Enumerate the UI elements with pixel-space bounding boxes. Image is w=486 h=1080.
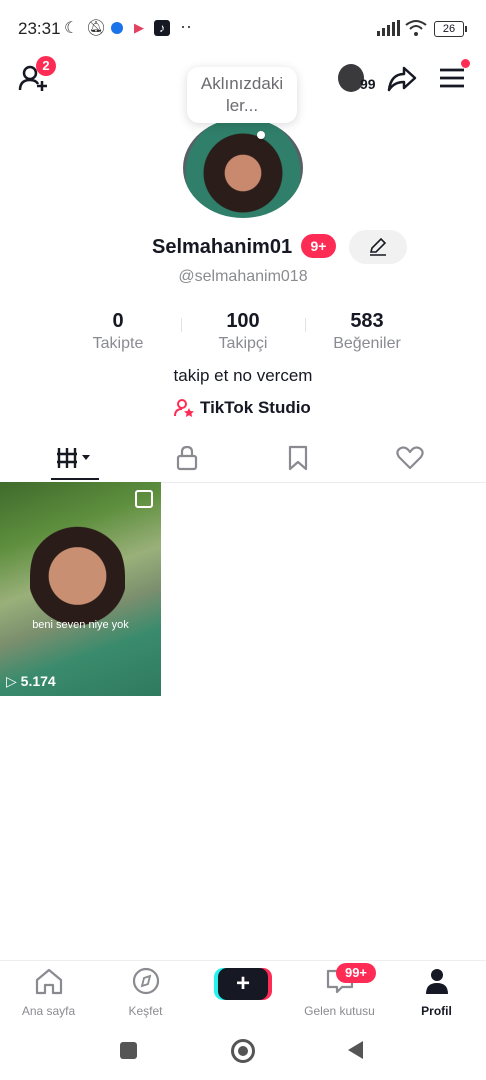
compass-icon (132, 967, 159, 995)
tab-videos[interactable] (15, 436, 135, 480)
home-icon (35, 968, 62, 995)
nav-inbox[interactable]: Gelen kutusu 99+ (291, 963, 388, 1018)
share-icon[interactable] (386, 64, 418, 94)
nav-discover-label: Keşfet (128, 1004, 163, 1018)
nav-home[interactable]: Ana sayfa (0, 967, 97, 1018)
tiktok-studio-link[interactable]: TikTok Studio (174, 396, 324, 420)
battery-indicator: 26 (434, 21, 467, 37)
messages-app-icon (111, 22, 123, 34)
nav-discover[interactable]: Keşfet (97, 967, 194, 1018)
create-button[interactable]: + (218, 968, 268, 1000)
wifi-icon (405, 20, 427, 36)
moon-icon: ☾ (64, 20, 79, 37)
hamburger-icon (440, 68, 464, 88)
recents-button[interactable] (120, 1042, 137, 1059)
coins-count: 99 (360, 76, 376, 92)
likes-stat[interactable]: 583 Beğeniler (307, 310, 427, 353)
signal-icon (377, 20, 400, 36)
bookmark-icon (288, 445, 308, 471)
nav-inbox-label: Gelen kutusu (304, 1004, 375, 1018)
video-caption: beni seven niye yok (32, 619, 129, 631)
heart-icon (396, 446, 424, 470)
video-thumbnail[interactable]: beni seven niye yok ▷ 5.174 (0, 482, 161, 696)
edit-profile-button[interactable] (349, 230, 407, 264)
studio-user-star-icon (174, 399, 194, 417)
nav-profile-label: Profil (421, 1004, 452, 1018)
profile-name: Selmahanim01 (152, 236, 293, 258)
profile-icon (425, 969, 448, 994)
coins-button[interactable]: 99 (338, 62, 380, 94)
active-tab-indicator (51, 478, 99, 480)
followers-stat[interactable]: 100 Takipçi (183, 310, 303, 353)
play-icon: ▷ (6, 673, 21, 689)
more-notifications-icon: ·· (180, 16, 192, 36)
menu-button[interactable] (438, 59, 470, 92)
system-nav-bar (0, 1024, 486, 1080)
profile-avatar[interactable] (183, 118, 303, 218)
inbox-badge: 99+ (336, 963, 376, 983)
likes-label: Beğeniler (333, 335, 401, 352)
menu-notification-dot (461, 59, 470, 68)
follow-requests-badge: 2 (36, 56, 56, 76)
home-system-dot (238, 1046, 248, 1056)
play-store-icon: ▶ (134, 20, 144, 35)
note-bubble[interactable]: Aklınızdaki ler... (187, 67, 297, 123)
lock-icon (176, 445, 198, 471)
video-views: ▷ 5.174 (6, 673, 56, 690)
stat-divider (181, 318, 182, 332)
name-badge[interactable]: 9+ (301, 234, 336, 258)
grid-icon (57, 448, 90, 468)
following-stat[interactable]: 0 Takipte (58, 310, 178, 353)
following-count: 0 (112, 310, 124, 332)
studio-label: TikTok Studio (200, 398, 311, 417)
home-system-button[interactable] (231, 1039, 255, 1063)
nav-home-label: Ana sayfa (21, 1004, 76, 1018)
followers-count: 100 (226, 310, 260, 332)
tab-liked[interactable] (350, 436, 470, 480)
likes-count: 583 (350, 310, 384, 332)
tiktok-app-icon: ♪ (154, 20, 170, 36)
following-label: Takipte (92, 335, 144, 352)
status-time: 23:31 (18, 19, 61, 38)
profile-bio: takip et no vercem (173, 366, 313, 385)
followers-label: Takipçi (218, 335, 268, 352)
video-view-count: 5.174 (20, 673, 56, 689)
mute-bell-icon: 🔕︎ (86, 20, 107, 37)
pencil-icon (369, 237, 387, 256)
back-button[interactable] (345, 1039, 365, 1061)
add-friends-button[interactable]: 2 (18, 56, 56, 96)
bubble-tail (257, 131, 265, 139)
profile-handle: @selmahanim018 (178, 268, 308, 285)
content-tabs (0, 436, 486, 483)
nav-profile[interactable]: Profil (388, 967, 485, 1018)
tab-favorites[interactable] (238, 436, 358, 480)
stat-divider (305, 318, 306, 332)
tab-private[interactable] (127, 436, 247, 480)
multi-photo-icon (135, 490, 153, 508)
status-bar: 23:31 ☾ 🔕︎ ▶ ♪ ·· 26 (0, 0, 486, 58)
